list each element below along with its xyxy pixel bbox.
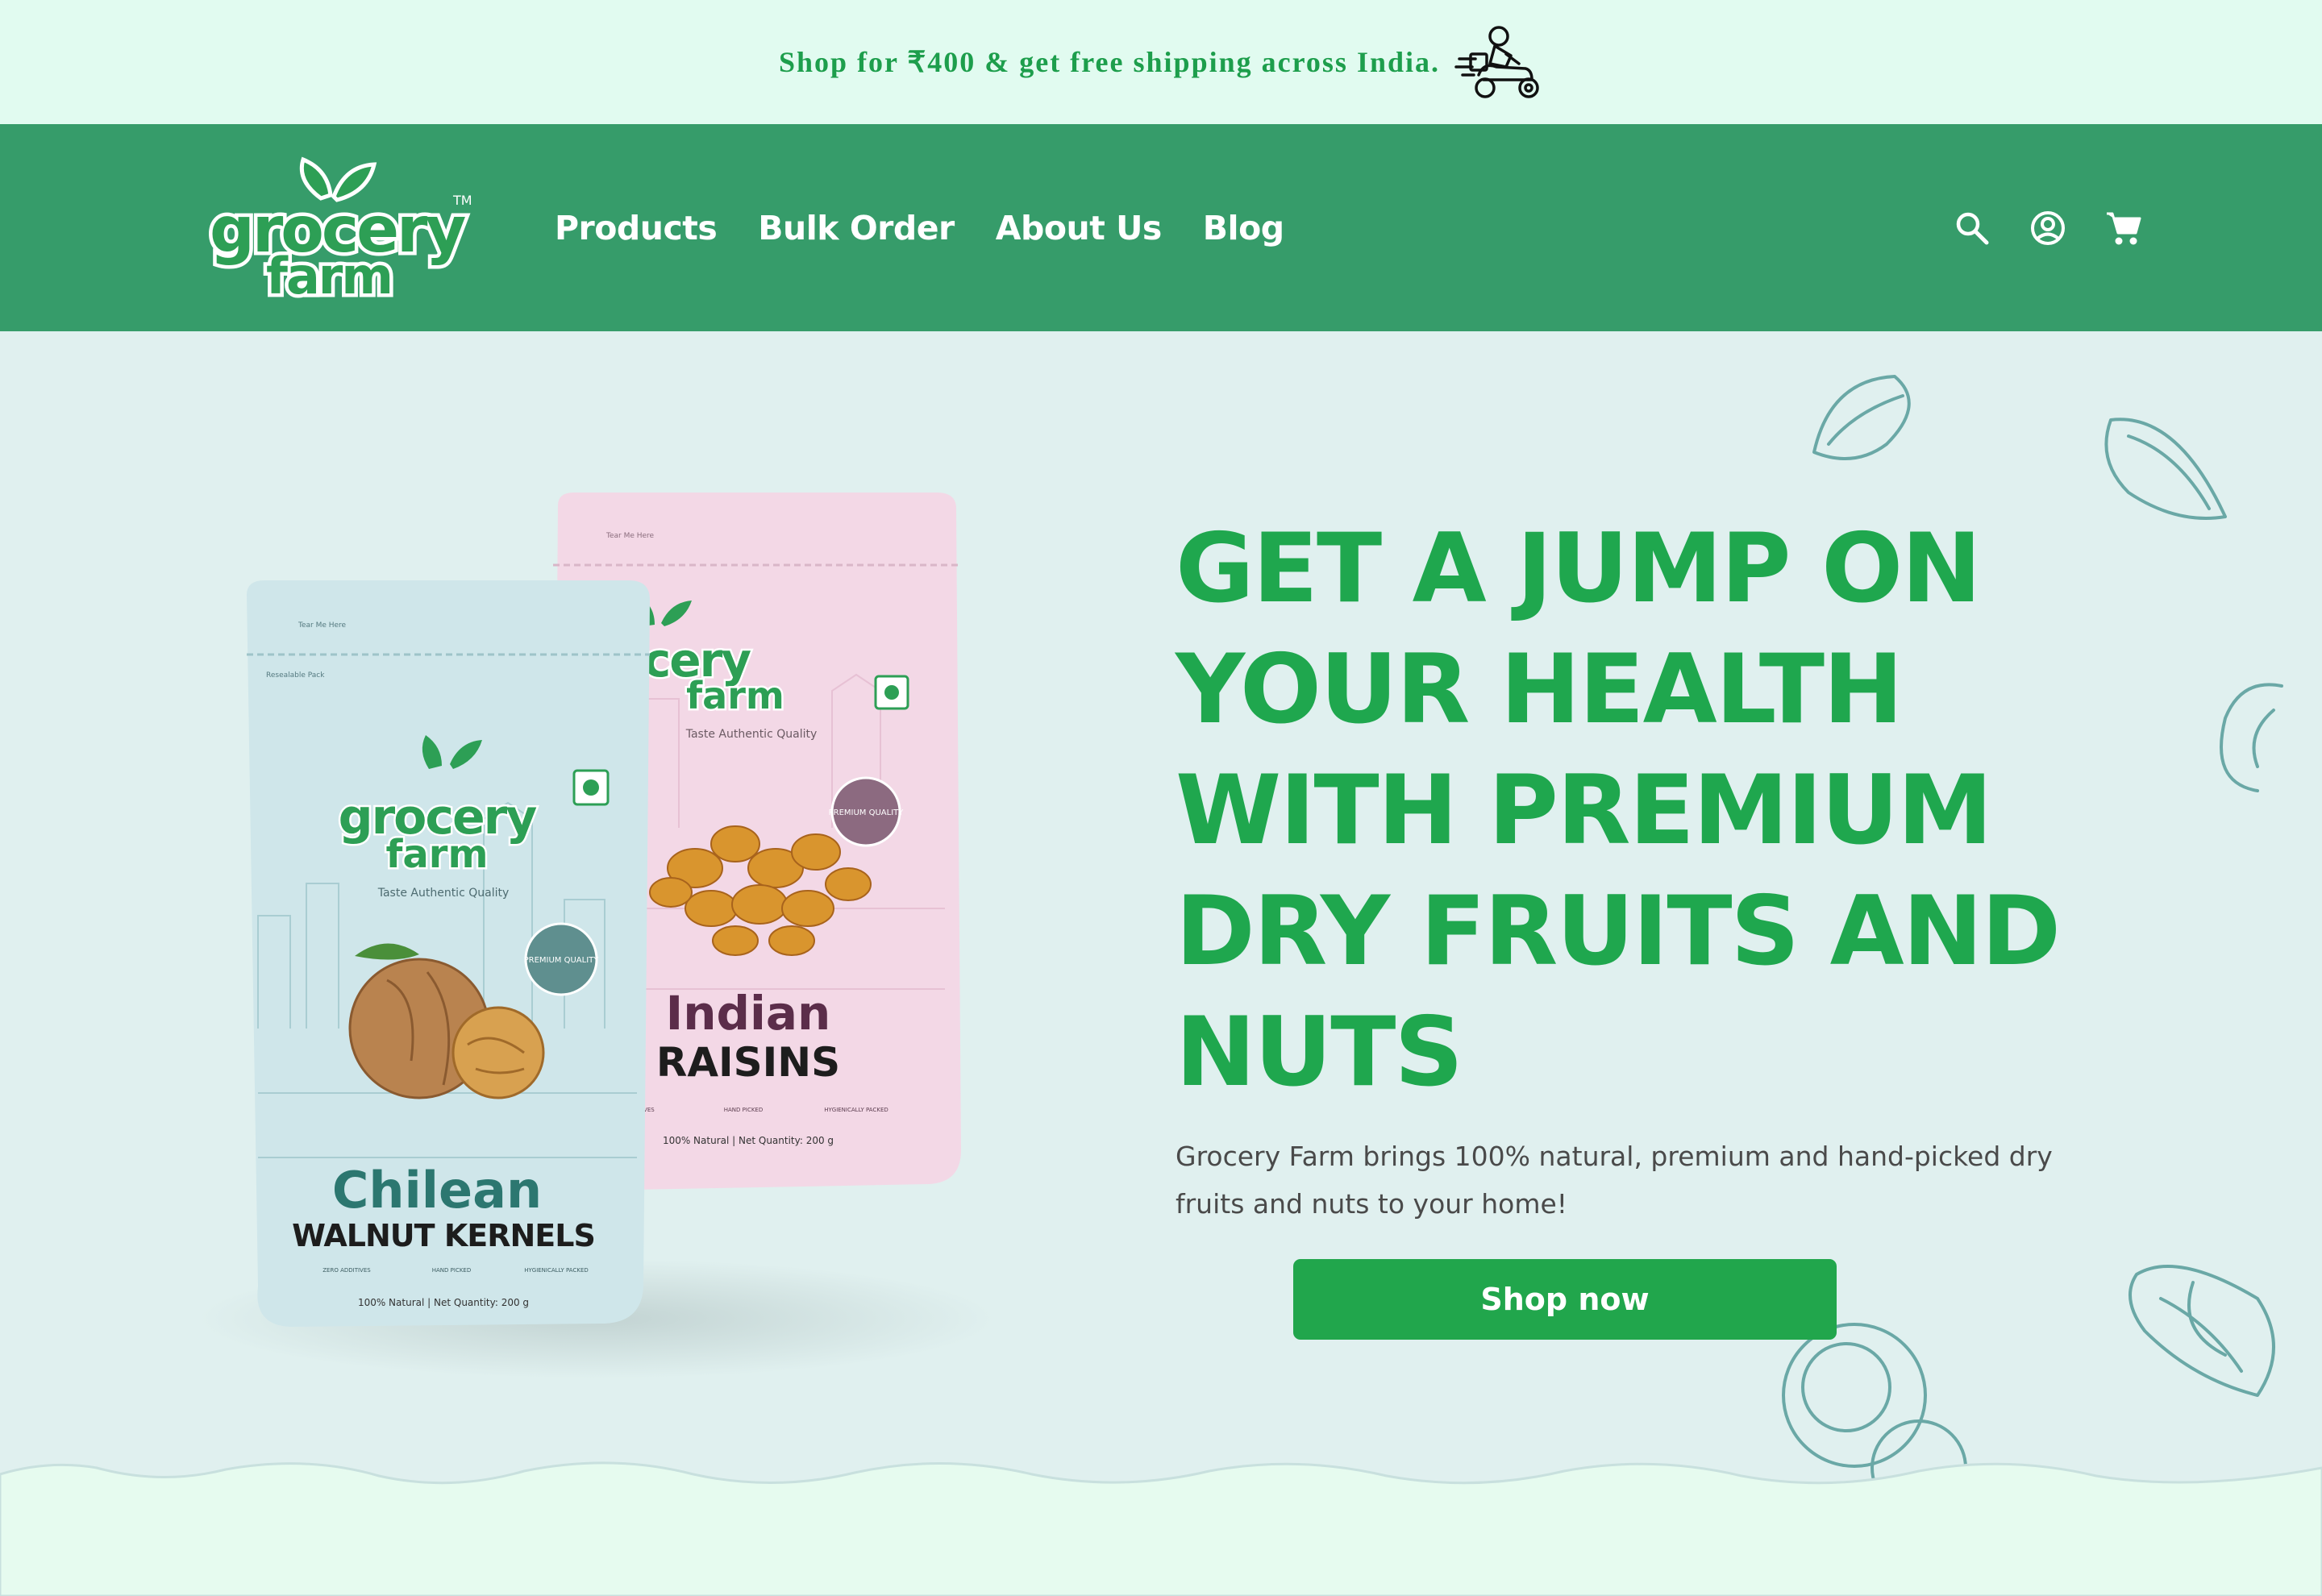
walnut-badge: PREMIUM QUALITY — [524, 956, 600, 965]
announcement-text: Shop for ₹400 & get free shipping across… — [779, 46, 1440, 78]
walnut-tear-label: Tear Me Here — [298, 621, 347, 630]
raisins-tear-label: Tear Me Here — [605, 532, 655, 540]
hero-subtext: Grocery Farm brings 100% natural, premiu… — [1176, 1141, 2053, 1220]
walnut-feature-1: ZERO ADDITIVES — [322, 1267, 371, 1274]
site-header: grocery farm TM Products Bulk Order Abou… — [0, 124, 2322, 331]
raisins-brand-farm: farm — [686, 674, 784, 717]
nav-products[interactable]: Products — [555, 209, 718, 247]
walnut-name-line2: WALNUT KERNELS — [292, 1218, 595, 1253]
grocery-farm-logo[interactable]: grocery farm TM — [202, 148, 476, 310]
walnut-footer: 100% Natural | Net Quantity: 200 g — [358, 1297, 529, 1308]
walnut-tagline: Taste Authentic Quality — [377, 887, 510, 900]
raisins-badge: PREMIUM QUALITY — [829, 808, 905, 817]
header-actions — [1916, 124, 2143, 331]
hero-headline: GET A JUMP ON YOUR HEALTH WITH PREMIUM D… — [1176, 513, 2061, 1108]
raisins-name-line1: Indian — [666, 986, 831, 1041]
raisins-feature-3: HYGIENICALLY PACKED — [824, 1107, 888, 1113]
raisins-feature-2: HAND PICKED — [724, 1107, 763, 1113]
search-icon[interactable] — [1953, 209, 1991, 247]
cart-icon[interactable] — [2104, 209, 2143, 247]
main-nav: Products Bulk Order About Us Blog — [555, 124, 1325, 331]
logo-trademark: TM — [452, 193, 472, 208]
announcement-bar: Shop for ₹400 & get free shipping across… — [0, 0, 2322, 124]
logo-text-farm: farm — [266, 247, 392, 305]
nav-blog[interactable]: Blog — [1203, 209, 1284, 247]
walnut-feature-2: HAND PICKED — [432, 1267, 471, 1274]
walnut-name-line1: Chilean — [332, 1161, 542, 1220]
raisins-tagline: Taste Authentic Quality — [685, 728, 818, 741]
raisins-name-line2: RAISINS — [656, 1039, 840, 1086]
raisins-footer: 100% Natural | Net Quantity: 200 g — [663, 1135, 834, 1146]
walnut-feature-3: HYGIENICALLY PACKED — [524, 1267, 589, 1274]
hero-section: Tear Me Here grocery farm Taste Authenti… — [0, 331, 2322, 1596]
walnut-brand-farm: farm — [386, 832, 489, 877]
walnut-pouch-image: Tear Me Here Resealable Pack grocery far… — [247, 580, 650, 1327]
nav-about-us[interactable]: About Us — [996, 209, 1163, 247]
shop-now-button[interactable]: Shop now — [1293, 1259, 1837, 1340]
delivery-scooter-icon — [1454, 26, 1539, 98]
account-icon[interactable] — [2029, 209, 2067, 247]
nav-bulk-order[interactable]: Bulk Order — [758, 209, 955, 247]
walnut-resealable-label: Resealable Pack — [266, 671, 325, 680]
